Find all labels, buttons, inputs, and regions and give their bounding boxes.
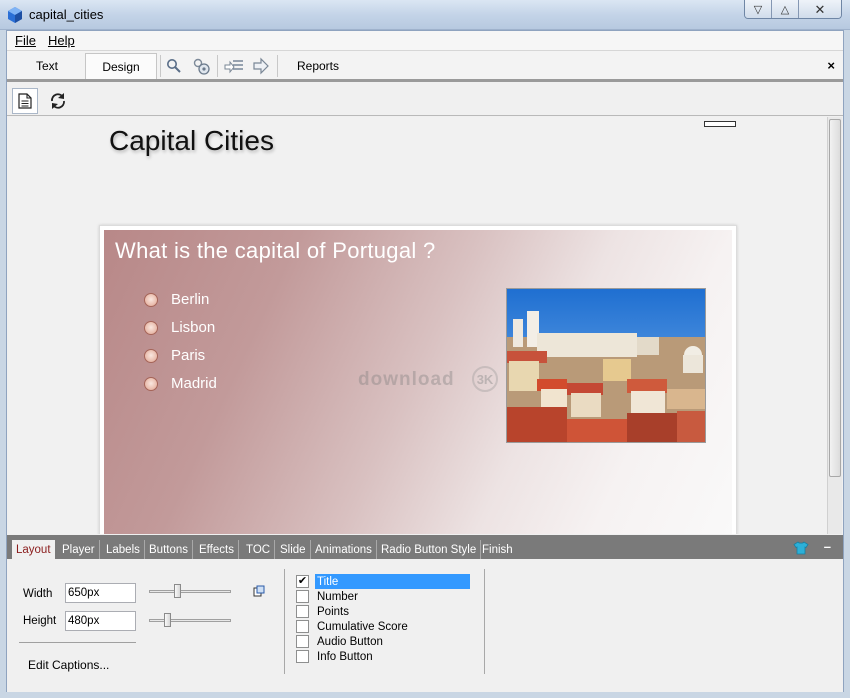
search-icon[interactable] bbox=[164, 56, 184, 76]
close-icon[interactable]: × bbox=[827, 58, 835, 73]
radio-button[interactable] bbox=[144, 348, 158, 363]
height-label: Height bbox=[23, 615, 57, 627]
ribbon-separator bbox=[277, 55, 278, 77]
tab-buttons[interactable]: Buttons bbox=[145, 540, 193, 559]
window-controls: ▽ △ ✕ bbox=[744, 0, 842, 19]
layout-properties-panel: Width Height Edit Captions... ✔ TitleNumb… bbox=[7, 559, 843, 692]
toolbar bbox=[7, 85, 843, 116]
scrollbar-thumb[interactable] bbox=[829, 119, 841, 477]
answer-option[interactable]: Lisbon bbox=[144, 319, 215, 336]
title-bar: capital_cities ▽ △ ✕ bbox=[0, 0, 850, 30]
ribbon-tabs: Text Design Reports × bbox=[7, 51, 843, 82]
panel-separator bbox=[284, 569, 285, 674]
slider-track bbox=[149, 590, 231, 593]
tab-radio-button-style[interactable]: Radio Button Style bbox=[377, 540, 482, 559]
panel-separator bbox=[484, 569, 485, 674]
answer-label: Paris bbox=[171, 347, 206, 364]
course-title[interactable]: Capital Cities bbox=[109, 125, 274, 157]
city-photo-illustration bbox=[507, 289, 705, 442]
width-slider[interactable] bbox=[149, 584, 231, 598]
checkbox-row[interactable]: Info Button bbox=[296, 649, 375, 664]
slide-canvas: Capital Cities What is the capital of Po… bbox=[9, 117, 827, 534]
answer-option[interactable]: Madrid bbox=[144, 375, 217, 392]
settings-search-icon[interactable] bbox=[191, 56, 211, 76]
answer-option[interactable]: Paris bbox=[144, 347, 205, 364]
checkbox-row[interactable]: Cumulative Score bbox=[296, 619, 410, 634]
slider-knob[interactable] bbox=[164, 613, 171, 627]
checkbox[interactable] bbox=[296, 650, 309, 663]
lisbon-city-photo[interactable] bbox=[506, 288, 706, 443]
slider-knob[interactable] bbox=[174, 584, 181, 598]
app-frame: File Help Text Design Reports × Capital … bbox=[6, 30, 844, 692]
answer-label: Lisbon bbox=[171, 319, 216, 336]
forward-arrow-icon[interactable] bbox=[251, 56, 271, 76]
minimize-button[interactable]: ▽ bbox=[745, 0, 772, 18]
checkbox[interactable] bbox=[296, 620, 309, 633]
collapse-handle[interactable] bbox=[704, 121, 736, 127]
height-slider[interactable] bbox=[149, 613, 231, 627]
maximize-button[interactable]: △ bbox=[772, 0, 799, 18]
tab-player[interactable]: Player bbox=[58, 540, 100, 559]
tab-labels[interactable]: Labels bbox=[102, 540, 145, 559]
checkbox-label: Audio Button bbox=[317, 635, 383, 648]
checkbox[interactable] bbox=[296, 635, 309, 648]
radio-button[interactable] bbox=[144, 320, 158, 335]
menu-file-label: File bbox=[15, 33, 36, 48]
divider bbox=[19, 642, 136, 643]
menu-help[interactable]: Help bbox=[48, 33, 75, 48]
tab-reports[interactable]: Reports bbox=[292, 53, 344, 79]
window-title: capital_cities bbox=[29, 7, 104, 22]
vertical-scrollbar[interactable] bbox=[827, 117, 842, 534]
checkbox[interactable]: ✔ bbox=[296, 575, 309, 588]
lock-aspect-icon[interactable] bbox=[253, 585, 265, 597]
checkbox-label: Number bbox=[317, 590, 358, 603]
tab-toc[interactable]: TOC bbox=[242, 540, 276, 559]
menu-help-label: Help bbox=[47, 33, 75, 48]
answer-label: Berlin bbox=[171, 291, 210, 308]
checkbox-row[interactable]: ✔ Title bbox=[296, 574, 470, 589]
edit-captions-link[interactable]: Edit Captions... bbox=[28, 658, 109, 672]
width-label: Width bbox=[23, 588, 53, 600]
tab-effects[interactable]: Effects bbox=[195, 540, 239, 559]
tab-animations[interactable]: Animations bbox=[311, 540, 377, 559]
slide-background: What is the capital of Portugal ? Berlin… bbox=[104, 230, 732, 534]
close-window-button[interactable]: ✕ bbox=[799, 0, 841, 18]
checkbox-label: Points bbox=[317, 605, 349, 618]
checkbox[interactable] bbox=[296, 590, 309, 603]
menu-file[interactable]: File bbox=[15, 33, 36, 48]
watermark-logo: 3K bbox=[472, 366, 498, 392]
tab-text[interactable]: Text bbox=[19, 53, 75, 79]
panel-minimize-button[interactable]: – bbox=[824, 539, 831, 554]
checkbox-row[interactable]: Number bbox=[296, 589, 360, 604]
app-cube-icon bbox=[8, 7, 22, 23]
ribbon-separator bbox=[217, 55, 218, 77]
theme-shirt-icon[interactable] bbox=[793, 541, 809, 555]
checkbox-label: Title bbox=[315, 574, 470, 589]
answer-option[interactable]: Berlin bbox=[144, 291, 209, 308]
width-field[interactable] bbox=[65, 583, 136, 603]
page-icon[interactable] bbox=[12, 88, 38, 114]
menu-bar: File Help bbox=[7, 31, 843, 51]
radio-button[interactable] bbox=[144, 292, 158, 307]
checkbox-label: Cumulative Score bbox=[317, 620, 408, 633]
refresh-icon[interactable] bbox=[45, 88, 71, 114]
ribbon-separator bbox=[160, 55, 161, 77]
checkbox-row[interactable]: Audio Button bbox=[296, 634, 385, 649]
checkbox-label: Info Button bbox=[317, 650, 373, 663]
tab-slide[interactable]: Slide bbox=[276, 540, 311, 559]
tab-finish[interactable]: Finish bbox=[478, 540, 517, 559]
import-list-icon[interactable] bbox=[224, 56, 244, 76]
checkbox[interactable] bbox=[296, 605, 309, 618]
checkbox-row[interactable]: Points bbox=[296, 604, 351, 619]
tab-design[interactable]: Design bbox=[85, 53, 157, 79]
properties-tab-bar: Layout Player Labels Buttons Effects TOC… bbox=[7, 535, 843, 559]
tab-layout[interactable]: Layout bbox=[12, 540, 55, 559]
question-text[interactable]: What is the capital of Portugal ? bbox=[115, 238, 436, 264]
watermark-text: download bbox=[358, 369, 455, 390]
answer-label: Madrid bbox=[171, 375, 217, 392]
slider-track bbox=[149, 619, 231, 622]
radio-button[interactable] bbox=[144, 376, 158, 391]
height-field[interactable] bbox=[65, 611, 136, 631]
quiz-slide: What is the capital of Portugal ? Berlin… bbox=[99, 225, 737, 534]
